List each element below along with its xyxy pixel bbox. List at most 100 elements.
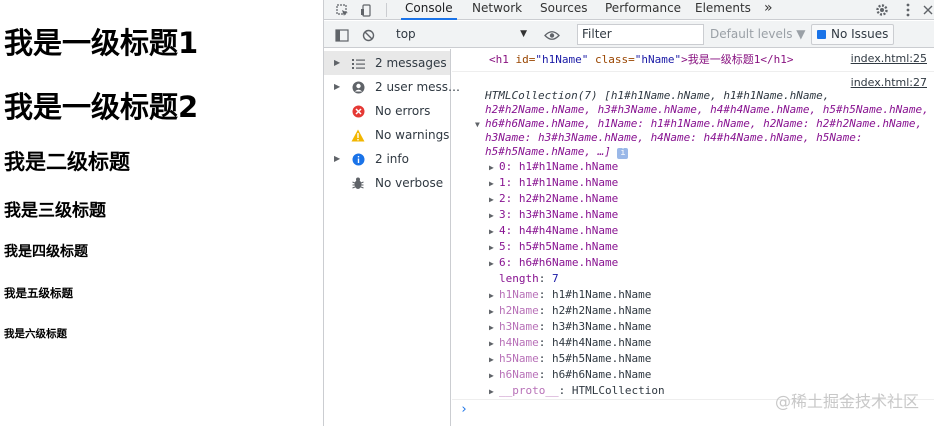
entry-key: 6 <box>499 256 506 269</box>
collection-summary-line-3[interactable]: ▼ h6#h6Name.hName, h1Name: h1#h1Name.hNam… <box>475 117 922 132</box>
sidebar-item-info[interactable]: ▶ 2 info <box>324 147 450 171</box>
console-sidebar: ▶ 2 messages ▶ 2 user mess… No errors No… <box>324 49 460 426</box>
expanded-triangle-icon[interactable]: ▼ <box>475 118 485 132</box>
expand-triangle-icon[interactable]: ▶ <box>489 385 499 399</box>
expand-triangle-icon[interactable]: ▶ <box>489 289 499 303</box>
expand-triangle-icon[interactable]: ▶ <box>489 353 499 367</box>
sidebar-item-messages[interactable]: ▶ 2 messages <box>324 51 450 75</box>
watermark: @稀土掘金技术社区 <box>774 392 919 411</box>
sidebar-toggle-icon[interactable] <box>332 25 352 45</box>
heading-h5: 我是五级标题 <box>4 286 73 300</box>
more-options-icon[interactable] <box>898 0 918 20</box>
expand-triangle-icon[interactable]: ▶ <box>489 305 499 319</box>
collection-summary-line-4: h3Name: h3#h3Name.hName, h4Name: h4#h4Na… <box>485 131 863 144</box>
sidebar-item-warnings[interactable]: No warnings <box>324 123 450 147</box>
entry-key: h2Name <box>499 304 539 317</box>
user-icon <box>351 80 365 94</box>
entry-value: h6#h6Name.hName <box>518 256 619 269</box>
tab-network[interactable]: Network <box>468 0 526 20</box>
heading-h4: 我是四级标题 <box>4 244 88 260</box>
sidebar-item-verbose[interactable]: No verbose <box>324 171 450 195</box>
collection-summary-text: h6#h6Name.hName, h1Name: h1#h1Name.hName… <box>485 117 923 130</box>
source-link-25[interactable]: index.html:25 <box>851 52 927 66</box>
console-output: <h1 id="h1Name" class="hName">我是一级标题1</h… <box>452 49 934 426</box>
collection-summary-line-5: h5#h5Name.hName, …] i <box>485 145 629 159</box>
sidebar-item-label: 2 messages <box>375 56 447 70</box>
expand-triangle-icon[interactable]: ▶ <box>489 209 499 223</box>
expand-triangle-icon[interactable]: ▶ <box>334 147 340 171</box>
devtools-panel: Console Network Sources Performance Elem… <box>323 0 934 426</box>
heading-h2: 我是二级标题 <box>4 150 130 174</box>
named-entry[interactable]: ▶ h5Name: h5#h5Name.hName <box>489 352 651 367</box>
expand-triangle-icon[interactable]: ▶ <box>489 241 499 255</box>
named-entry[interactable]: ▶ h2Name: h2#h2Name.hName <box>489 304 651 319</box>
collection-entry[interactable]: ▶ 6: h6#h6Name.hName <box>489 256 618 271</box>
issues-button[interactable]: No Issues <box>811 24 895 45</box>
inspect-element-icon[interactable] <box>332 0 352 20</box>
more-tabs-button[interactable]: » <box>760 0 777 20</box>
device-toolbar-icon[interactable] <box>356 0 376 20</box>
collection-summary-text: h5#h5Name.hName, …] <box>485 145 611 158</box>
entry-value: h2#h2Name.hName <box>518 192 619 205</box>
console-prompt[interactable]: › <box>460 402 468 417</box>
tabbar-divider <box>386 3 387 17</box>
sidebar-item-label: 2 info <box>375 152 409 166</box>
expand-triangle-icon[interactable]: ▶ <box>489 177 499 191</box>
issues-icon <box>817 30 826 39</box>
log-levels-dropdown[interactable]: Default levels ▼ <box>710 25 806 44</box>
source-link-27[interactable]: index.html:27 <box>851 76 927 90</box>
sidebar-item-label: 2 user mess… <box>375 80 461 94</box>
collection-entry[interactable]: ▶ 2: h2#h2Name.hName <box>489 192 618 207</box>
collection-entry[interactable]: ▶ 5: h5#h5Name.hName <box>489 240 618 255</box>
length-value: 7 <box>552 272 559 285</box>
sidebar-item-user-messages[interactable]: ▶ 2 user mess… <box>324 75 460 99</box>
proto-value: HTMLCollection <box>571 384 665 397</box>
collection-entry[interactable]: ▶ 4: h4#h4Name.hName <box>489 224 618 239</box>
entry-key: h6Name <box>499 368 539 381</box>
collection-summary-line-1[interactable]: HTMLCollection(7) [h1#h1Name.hName, h1#h… <box>485 89 829 103</box>
collection-entry[interactable]: ▶ 3: h3#h3Name.hName <box>489 208 618 223</box>
attr-class-value: "hName" <box>634 53 682 66</box>
tab-elements[interactable]: Elements <box>691 0 755 20</box>
clear-console-icon[interactable] <box>358 25 378 45</box>
log-element-line[interactable]: <h1 id="h1Name" class="hName">我是一级标题1</h… <box>489 53 793 67</box>
tab-performance[interactable]: Performance <box>601 0 685 20</box>
sidebar-item-errors[interactable]: No errors <box>324 99 450 123</box>
expand-triangle-icon[interactable]: ▶ <box>489 161 499 175</box>
named-entry[interactable]: ▶ h6Name: h6#h6Name.hName <box>489 368 651 383</box>
named-entry[interactable]: ▶ h3Name: h3#h3Name.hName <box>489 320 651 335</box>
tab-sources[interactable]: Sources <box>536 0 591 20</box>
entry-value: h6#h6Name.hName <box>552 368 652 381</box>
named-entry[interactable]: ▶ h4Name: h4#h4Name.hName <box>489 336 651 351</box>
expand-triangle-icon[interactable]: ▶ <box>334 75 340 99</box>
expand-triangle-icon[interactable]: ▶ <box>489 257 499 271</box>
gear-icon[interactable] <box>872 0 892 20</box>
heading-h1-first: 我是一级标题1 <box>4 26 199 60</box>
chevron-down-icon: ▼ <box>520 29 527 39</box>
expand-triangle-icon[interactable]: ▶ <box>489 369 499 383</box>
named-entry[interactable]: ▶ h1Name: h1#h1Name.hName <box>489 288 651 303</box>
sidebar-item-label: No errors <box>375 104 431 118</box>
entry-key: h3Name <box>499 320 539 333</box>
filter-input[interactable]: Filter <box>577 24 704 45</box>
info-badge-icon[interactable]: i <box>617 148 629 159</box>
proto-entry[interactable]: ▶ __proto__: HTMLCollection <box>489 384 665 399</box>
attr-id-value: "h1Name" <box>535 53 589 66</box>
close-icon[interactable] <box>918 0 934 20</box>
tab-console[interactable]: Console <box>401 0 457 20</box>
entry-key: 2 <box>499 192 506 205</box>
expand-triangle-icon[interactable]: ▶ <box>489 225 499 239</box>
collection-entry[interactable]: ▶ 0: h1#h1Name.hName <box>489 160 618 175</box>
entry-key: h4Name <box>499 336 539 349</box>
collection-entry[interactable]: ▶ 1: h1#h1Name.hName <box>489 176 618 191</box>
context-selector[interactable]: top ▼ <box>391 25 531 44</box>
element-text: >我是一级标题1 <box>681 53 761 66</box>
entry-key: 3 <box>499 208 506 221</box>
expand-triangle-icon[interactable]: ▶ <box>489 193 499 207</box>
eye-icon[interactable] <box>542 25 562 45</box>
expand-triangle-icon[interactable]: ▶ <box>489 321 499 335</box>
entry-value: h5#h5Name.hName <box>552 352 652 365</box>
context-value: top <box>396 27 416 41</box>
expand-triangle-icon[interactable]: ▶ <box>489 337 499 351</box>
expand-triangle-icon[interactable]: ▶ <box>334 51 340 75</box>
